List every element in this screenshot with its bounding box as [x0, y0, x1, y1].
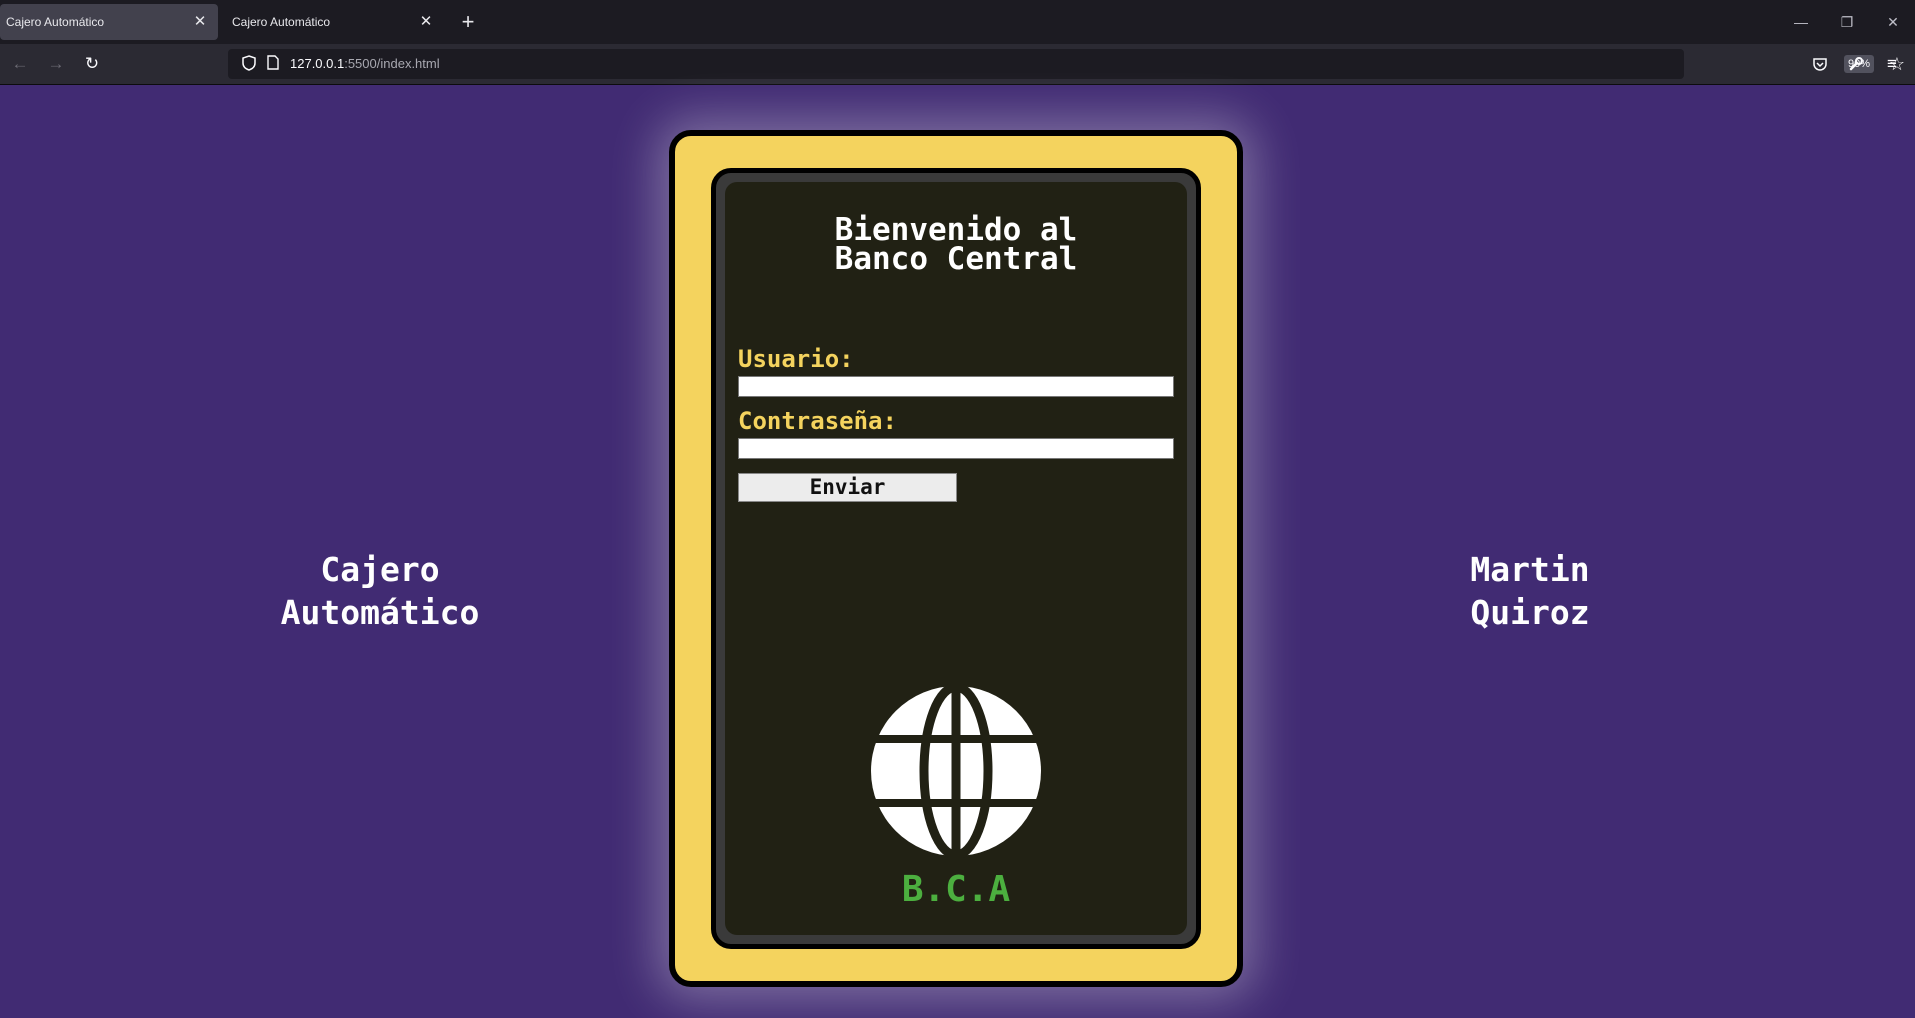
- tab-title: Cajero Automático: [232, 15, 331, 29]
- minimize-icon[interactable]: —: [1778, 8, 1824, 36]
- atm-screen: Bienvenido al Banco Central Usuario: Con…: [725, 182, 1187, 935]
- globe-icon: [871, 684, 1041, 858]
- password-input[interactable]: [738, 438, 1174, 459]
- arrow-right-icon[interactable]: →: [42, 50, 70, 78]
- atm-screen-frame: Bienvenido al Banco Central Usuario: Con…: [711, 168, 1201, 949]
- address-bar[interactable]: 127.0.0.1:5500/index.html 90% ☆: [228, 49, 1905, 79]
- url-path: :5500/index.html: [344, 56, 440, 71]
- pocket-icon[interactable]: [1806, 50, 1834, 78]
- left-title: Cajero Automático: [280, 550, 480, 632]
- window-close-icon[interactable]: ✕: [1870, 8, 1915, 36]
- atm-body: Bienvenido al Banco Central Usuario: Con…: [669, 130, 1243, 987]
- wrench-icon[interactable]: [1842, 50, 1870, 78]
- tab-title: Cajero Automático: [6, 15, 105, 29]
- close-icon[interactable]: ✕: [418, 4, 434, 40]
- url-text[interactable]: 127.0.0.1:5500/index.html: [290, 49, 440, 79]
- password-label: Contraseña:: [738, 407, 897, 435]
- welcome-heading: Bienvenido al Banco Central: [834, 212, 1078, 277]
- url-host: 127.0.0.1: [290, 56, 345, 71]
- restore-icon[interactable]: ❐: [1824, 8, 1870, 36]
- shield-icon[interactable]: [240, 55, 258, 73]
- user-input[interactable]: [738, 376, 1174, 397]
- close-icon[interactable]: ✕: [192, 4, 208, 40]
- right-title: Martin Quiroz: [1470, 550, 1590, 632]
- page-icon[interactable]: [264, 55, 282, 73]
- bank-abbreviation: B.C.A: [901, 869, 1011, 910]
- navigation-toolbar: ← → ↻ 127.0.0.1:5500/index.html 90% ☆ ≡: [0, 44, 1915, 85]
- user-label: Usuario:: [738, 345, 854, 373]
- hamburger-icon[interactable]: ≡: [1878, 50, 1906, 78]
- reload-icon[interactable]: ↻: [78, 50, 106, 78]
- tab-strip: Cajero Automático ✕ Cajero Automático ✕ …: [0, 0, 1915, 44]
- tab-inactive[interactable]: Cajero Automático ✕: [226, 4, 444, 40]
- arrow-left-icon[interactable]: ←: [6, 50, 34, 78]
- submit-button[interactable]: Enviar: [738, 473, 957, 502]
- tab-active[interactable]: Cajero Automático ✕: [0, 4, 218, 40]
- plus-icon[interactable]: +: [456, 8, 480, 36]
